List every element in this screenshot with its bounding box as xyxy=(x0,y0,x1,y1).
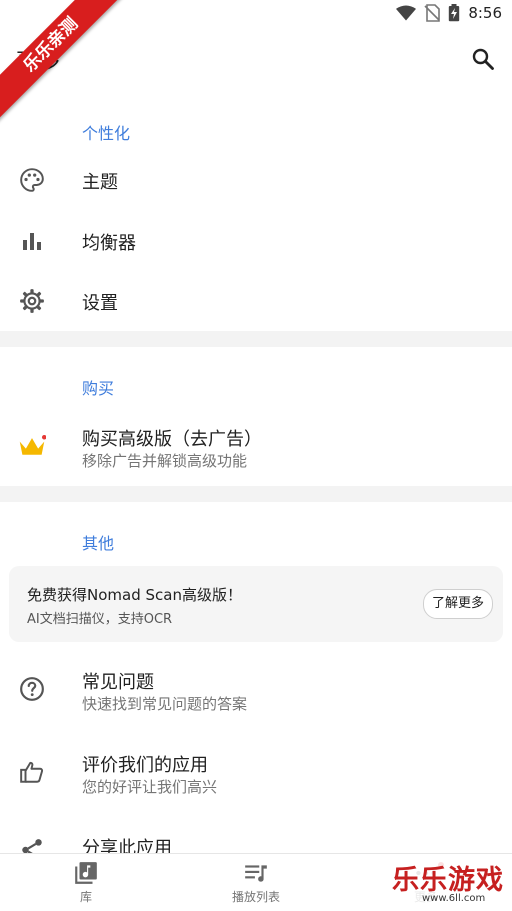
thumb-up-icon xyxy=(18,758,46,786)
section-header-other: 其他 xyxy=(82,534,115,553)
section-divider xyxy=(0,486,512,502)
promo-card[interactable]: 免费获得Nomad Scan高级版！ AI文档扫描仪，支持OCR 了解更多 xyxy=(9,566,503,642)
nav-label: 库 xyxy=(79,890,92,904)
menu-item-label: 设置 xyxy=(82,293,118,314)
gear-icon xyxy=(18,287,46,315)
menu-item-label: 主题 xyxy=(82,172,118,193)
menu-item-label: 常见问题 xyxy=(82,672,154,693)
search-icon xyxy=(472,48,494,70)
battery-charging-icon xyxy=(449,4,460,22)
music-library-icon xyxy=(75,862,97,884)
watermark-main: 乐乐游戏 xyxy=(392,865,504,896)
playlist-icon xyxy=(245,865,267,882)
menu-item-buy-premium[interactable]: 购买高级版（去广告） 移除广告并解锁高级功能 xyxy=(0,415,512,477)
menu-item-sublabel: 快速找到常见问题的答案 xyxy=(82,695,248,713)
menu-item-equalizer[interactable]: 均衡器 xyxy=(0,211,512,271)
nav-tab-library[interactable]: 库 xyxy=(26,860,146,908)
wifi-icon xyxy=(396,5,417,21)
search-button[interactable] xyxy=(468,44,498,74)
learn-more-button[interactable]: 了解更多 xyxy=(422,589,493,619)
menu-item-sublabel: 您的好评让我们高兴 xyxy=(82,778,218,796)
status-icons: 8:56 xyxy=(396,4,502,22)
equalizer-icon xyxy=(18,227,46,255)
no-sim-icon xyxy=(424,4,441,22)
status-time: 8:56 xyxy=(468,4,502,22)
menu-item-theme[interactable]: 主题 xyxy=(0,150,512,210)
menu-item-rate-app[interactable]: 评价我们的应用 您的好评让我们高兴 xyxy=(0,741,512,803)
promo-title: 免费获得Nomad Scan高级版！ xyxy=(27,586,242,604)
palette-icon xyxy=(18,166,46,194)
menu-item-faq[interactable]: 常见问题 快速找到常见问题的答案 xyxy=(0,658,512,720)
menu-item-settings[interactable]: 设置 xyxy=(0,271,512,331)
menu-item-sublabel: 移除广告并解锁高级功能 xyxy=(82,452,248,470)
crown-icon xyxy=(18,432,46,460)
section-header-personalize: 个性化 xyxy=(82,124,131,143)
menu-item-label: 评价我们的应用 xyxy=(82,755,208,776)
menu-item-label: 购买高级版（去广告） xyxy=(82,429,262,450)
promo-subtitle: AI文档扫描仪，支持OCR xyxy=(27,612,173,627)
watermark-logo: 乐乐游戏 www.6ll.com xyxy=(392,858,508,908)
help-circle-icon xyxy=(18,675,46,703)
nav-label: 播放列表 xyxy=(231,890,280,904)
menu-item-label: 均衡器 xyxy=(82,233,136,254)
watermark-url: www.6ll.com xyxy=(422,893,486,904)
section-divider xyxy=(0,331,512,347)
nav-tab-playlists[interactable]: 播放列表 xyxy=(196,860,316,908)
section-header-purchase: 购买 xyxy=(82,379,115,398)
